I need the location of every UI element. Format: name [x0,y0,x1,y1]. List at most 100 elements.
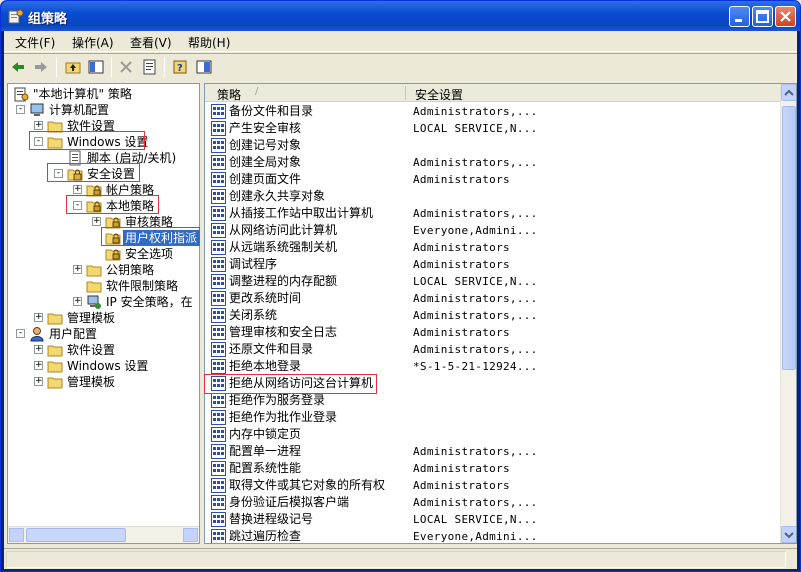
up-arrow-icon [784,89,794,96]
user-right-policy-icon [211,444,226,459]
back-icon[interactable] [9,58,27,76]
security-setting-value: *S-1-5-21-12924... [413,360,538,373]
list-vertical-scrollbar[interactable] [780,84,796,543]
tree-item[interactable]: "本地计算机" 策略 [8,86,199,102]
policy-name: 产生安全审核 [229,121,302,135]
menu-file[interactable]: 文件(F) [15,34,55,51]
policy-name: 身份验证后模拟客户端 [229,495,350,509]
collapse-icon[interactable]: - [16,329,25,338]
title-bar[interactable]: 组策略 [1,1,800,31]
expand-icon[interactable]: + [73,185,82,194]
tree-horizontal-scrollbar[interactable] [8,526,199,543]
show-pane-icon[interactable] [195,58,213,76]
expand-icon[interactable]: + [34,121,43,130]
menu-view[interactable]: 查看(V) [130,34,172,51]
policy-name: 从远端系统强制关机 [229,240,338,254]
expand-icon[interactable]: + [73,297,82,306]
tree-item[interactable]: + Windows 设置 [8,358,199,374]
up-folder-icon[interactable] [64,58,82,76]
policy-row[interactable]: 配置单一进程 Administrators,... [205,443,781,460]
expand-icon[interactable]: + [34,345,43,354]
policy-row[interactable]: 创建全局对象 Administrators,... [205,154,781,171]
policy-row[interactable]: 拒绝作为批作业登录 [205,409,781,426]
security-setting-value: Administrators,... [413,309,538,322]
policy-row[interactable]: 替换进程级记号 LOCAL SERVICE,N... [205,511,781,528]
expand-icon[interactable]: + [34,361,43,370]
policy-row[interactable]: 调试程序 Administrators [205,256,781,273]
column-separator[interactable] [405,86,406,100]
policy-row[interactable]: 跳过遍历检查 Everyone,Admini... [205,528,781,543]
folder-icon [47,345,63,357]
user-right-policy-icon [211,308,226,323]
user-right-policy-icon [211,223,226,238]
close-button[interactable] [775,6,796,27]
expand-icon[interactable]: + [34,313,43,322]
policy-row[interactable]: 创建页面文件 Administrators [205,171,781,188]
tree-pane[interactable]: "本地计算机" 策略 - 计算机配置 + 软件设置 - Windows 设置 脚本 (启动/关… [7,83,200,544]
folder-icon [86,281,102,293]
tree-item-label: 软件限制策略 [106,279,179,293]
menu-help[interactable]: 帮助(H) [188,34,230,51]
security-setting-value: Administrators [413,462,510,475]
policy-row[interactable]: 拒绝本地登录 *S-1-5-21-12924... [205,358,781,375]
list-scroll-thumb[interactable] [782,106,796,370]
delete-icon[interactable] [117,58,135,76]
tree-item[interactable]: 安全选项 [8,246,199,262]
expand-icon[interactable]: + [34,377,43,386]
tree-item[interactable]: + 公钥策略 [8,262,199,278]
column-header-policy[interactable]: 策略 [217,86,241,103]
user-right-policy-icon [211,393,226,408]
scroll-left-button[interactable] [9,528,24,542]
security-setting-value: Administrators [413,173,510,186]
help-icon[interactable]: ? [171,58,189,76]
tree-item-label: 管理模板 [67,375,116,389]
scroll-right-button[interactable] [183,528,198,542]
tree-item[interactable]: + IP 安全策略，在 [8,294,199,310]
tree-item[interactable]: 软件限制策略 [8,278,199,294]
maximize-button[interactable] [752,6,773,27]
tree-item[interactable]: + 管理模板 [8,374,199,390]
properties-icon[interactable] [141,58,159,76]
policy-row[interactable]: 从插接工作站中取出计算机 Administrators,... [205,205,781,222]
show-hide-tree-icon[interactable] [87,58,105,76]
policy-row[interactable]: 内存中锁定页 [205,426,781,443]
scroll-down-button[interactable] [781,526,796,543]
tree-scroll-thumb[interactable] [26,528,126,542]
tree-item[interactable]: - 用户配置 [8,326,199,342]
window-title: 组策略 [28,12,68,27]
policy-row[interactable]: 配置系统性能 Administrators [205,460,781,477]
policy-row[interactable]: 关闭系统 Administrators,... [205,307,781,324]
column-header-setting[interactable]: 安全设置 [415,86,463,103]
policy-row[interactable]: 创建永久共享对象 [205,188,781,205]
policy-name: 配置系统性能 [229,461,302,475]
collapse-icon[interactable]: - [16,105,25,114]
forward-icon[interactable] [32,58,50,76]
expand-icon[interactable]: + [73,265,82,274]
minimize-button[interactable] [729,6,750,27]
policy-row[interactable]: 管理审核和安全日志 Administrators [205,324,781,341]
security-setting-value: Everyone,Admini... [413,530,538,543]
tree-item[interactable]: + 软件设置 [8,342,199,358]
policy-row[interactable]: 更改系统时间 Administrators,... [205,290,781,307]
user-right-policy-icon [211,189,226,204]
details-list-pane[interactable]: 策略 / 安全设置 备份文件和目录 Administrators,... 产生安全审… [204,83,797,544]
policy-row[interactable]: 从网络访问此计算机 Everyone,Admini... [205,222,781,239]
policy-row[interactable]: 拒绝作为服务登录 [205,392,781,409]
security-setting-value: LOCAL SERVICE,N... [413,122,538,135]
policy-row[interactable]: 从远端系统强制关机 Administrators [205,239,781,256]
policy-row[interactable]: 调整进程的内存配额 LOCAL SERVICE,N... [205,273,781,290]
policy-row[interactable]: 身份验证后模拟客户端 Administrators,... [205,494,781,511]
tree-item[interactable]: + 管理模板 [8,310,199,326]
policy-row[interactable]: 取得文件或其它对象的所有权 Administrators [205,477,781,494]
menu-action[interactable]: 操作(A) [72,34,114,51]
scroll-up-button[interactable] [781,84,796,101]
policy-row[interactable]: 产生安全审核 LOCAL SERVICE,N... [205,120,781,137]
policy-row[interactable]: 还原文件和目录 Administrators,... [205,341,781,358]
policy-row[interactable]: 备份文件和目录 Administrators,... [205,103,781,120]
highlight-box-windows-settings [29,131,145,150]
expand-icon[interactable]: + [92,217,101,226]
tree-item[interactable]: - 计算机配置 [8,102,199,118]
policy-row[interactable]: 创建记号对象 [205,137,781,154]
toolbar-separator [56,57,57,77]
security-setting-value: Administrators [413,479,510,492]
